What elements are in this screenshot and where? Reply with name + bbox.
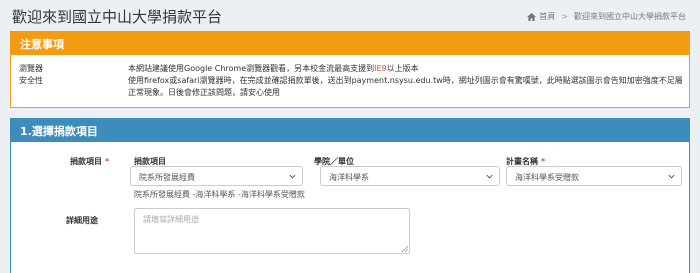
resize-grip-icon[interactable] — [401, 245, 409, 253]
notice-label-security: 安全性 — [19, 76, 43, 85]
donation-item-select[interactable]: 院系所發展經費 — [130, 166, 303, 186]
notice-labels: 瀏覽器 安全性 — [19, 63, 43, 87]
chevron-down-icon — [289, 174, 296, 179]
notice-line-security: 使用firefox或safari瀏覽器時，在完成並確認捐款單後，送出到payme… — [128, 76, 683, 97]
donation-item-row-label: 捐款項目 * — [70, 157, 110, 166]
page-title: 歡迎來到國立中山大學捐款平台 — [12, 8, 223, 26]
notice-title: 注意事項 — [20, 38, 64, 51]
home-icon — [527, 12, 537, 21]
notice-text: 本網站建議使用Google Chrome瀏覽器觀看，另本校金流最高支援到IE9以… — [128, 63, 684, 99]
ie9-highlight: IE9 — [374, 64, 387, 73]
notice-box: 注意事項 瀏覽器 安全性 本網站建議使用Google Chrome瀏覽器觀看，另… — [10, 31, 690, 108]
department-select[interactable]: 海洋科學系 — [320, 166, 500, 186]
breadcrumb-current: 歡迎來到國立中山大學捐款平台 — [574, 12, 686, 21]
notice-header: 注意事項 — [11, 31, 689, 55]
breadcrumb-home-link[interactable]: 首頁 — [539, 11, 555, 22]
selection-summary: 院系所發展經費 -海洋科學系 -海洋科學系受贈款 — [134, 190, 305, 199]
breadcrumb-separator: > — [561, 12, 568, 21]
donation-section-title: 1.選擇捐款項目 — [20, 125, 98, 138]
donation-section-header: 1.選擇捐款項目 — [11, 118, 689, 142]
page-header: 歡迎來到國立中山大學捐款平台 首頁 > 歡迎來到國立中山大學捐款平台 — [0, 0, 700, 30]
purpose-label: 詳細用途 — [66, 216, 98, 225]
breadcrumb: 首頁 > 歡迎來到國立中山大學捐款平台 — [527, 11, 686, 22]
notice-line-browser: 本網站建議使用Google Chrome瀏覽器觀看，另本校金流最高支援到IE9以… — [128, 64, 419, 73]
purpose-textarea[interactable] — [134, 208, 410, 254]
plan-select[interactable]: 海洋科學系受贈款 — [506, 166, 682, 186]
chevron-down-icon — [486, 174, 493, 179]
chevron-down-icon — [668, 174, 675, 179]
notice-label-browser: 瀏覽器 — [19, 64, 43, 73]
notice-body: 瀏覽器 安全性 本網站建議使用Google Chrome瀏覽器觀看，另本校金流最… — [11, 55, 689, 108]
